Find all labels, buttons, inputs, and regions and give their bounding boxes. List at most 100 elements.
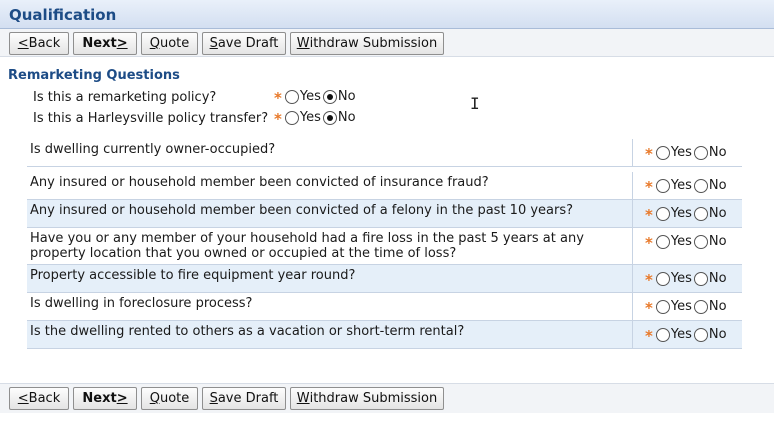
- table-row: Any insured or household member been con…: [27, 172, 742, 200]
- question-text: Is dwelling in foreclosure process?: [30, 296, 253, 311]
- question-text: Property accessible to fire equipment ye…: [30, 268, 356, 283]
- save-label: ave Draft: [217, 391, 279, 406]
- answer-options: * Yes No: [645, 299, 729, 317]
- withdraw-hotkey: W: [296, 391, 310, 406]
- remarketing-options: * Yes No: [274, 89, 358, 107]
- answer-cell: * Yes No: [632, 200, 742, 227]
- yes-label: Yes: [299, 110, 321, 125]
- answer-cell: * Yes No: [632, 321, 742, 348]
- table-row: Have you or any member of your household…: [27, 228, 742, 265]
- toolbar-bottom: < Back Next > Quote Save Draft Withdraw …: [0, 383, 774, 413]
- required-marker: *: [274, 110, 282, 128]
- back-label: Back: [28, 391, 61, 406]
- quote-button[interactable]: Quote: [141, 387, 198, 410]
- required-marker: *: [645, 299, 653, 317]
- quote-label: uote: [159, 36, 190, 51]
- quote-button[interactable]: Quote: [141, 32, 198, 55]
- no-radio[interactable]: [693, 145, 708, 160]
- next-label: Next: [82, 36, 117, 51]
- yes-radio[interactable]: [655, 206, 670, 221]
- yes-radio[interactable]: [655, 271, 670, 286]
- yes-label: Yes: [670, 206, 692, 221]
- withdraw-submission-button[interactable]: Withdraw Submission: [290, 32, 444, 55]
- next-hotkey: >: [116, 391, 128, 406]
- withdraw-hotkey: W: [296, 36, 310, 51]
- question-text: Any insured or household member been con…: [30, 203, 574, 218]
- next-button[interactable]: Next >: [73, 32, 137, 55]
- back-hotkey: <: [17, 391, 29, 406]
- harleysville-transfer-options: * Yes No: [274, 110, 358, 128]
- save-draft-button[interactable]: Save Draft: [202, 387, 286, 410]
- required-marker: *: [645, 234, 653, 252]
- no-radio[interactable]: [693, 178, 708, 193]
- question-text: Have you or any member of your household…: [30, 231, 584, 261]
- save-draft-button[interactable]: Save Draft: [202, 32, 286, 55]
- next-button[interactable]: Next >: [73, 387, 137, 410]
- no-label: No: [708, 178, 727, 193]
- withdraw-submission-button[interactable]: Withdraw Submission: [290, 387, 444, 410]
- table-row: Is the dwelling rented to others as a va…: [27, 321, 742, 349]
- no-radio[interactable]: [693, 271, 708, 286]
- answer-options: * Yes No: [645, 327, 729, 344]
- table-row: Any insured or household member been con…: [27, 200, 742, 228]
- back-hotkey: <: [17, 36, 29, 51]
- back-button[interactable]: < Back: [9, 32, 69, 55]
- answer-cell: * Yes No: [632, 228, 742, 264]
- answer-options: * Yes No: [645, 178, 729, 196]
- no-label: No: [708, 327, 727, 342]
- save-hotkey: S: [209, 36, 218, 51]
- section-title: Remarketing Questions: [8, 68, 180, 83]
- question-text: Is dwelling currently owner-occupied?: [30, 142, 276, 157]
- no-radio[interactable]: [693, 327, 708, 342]
- no-radio[interactable]: [693, 299, 708, 314]
- no-label: No: [708, 299, 727, 314]
- answer-options: * Yes No: [645, 234, 729, 252]
- no-label: No: [337, 89, 356, 104]
- harleysville-transfer-question: Is this a Harleysville policy transfer?: [33, 111, 269, 126]
- question-text: Is the dwelling rented to others as a va…: [30, 324, 465, 339]
- next-hotkey: >: [116, 36, 128, 51]
- required-marker: *: [645, 178, 653, 196]
- quote-label: uote: [159, 391, 190, 406]
- yes-label: Yes: [670, 178, 692, 193]
- yes-radio[interactable]: [284, 89, 299, 104]
- no-radio[interactable]: [322, 110, 337, 125]
- no-label: No: [708, 234, 727, 249]
- quote-hotkey: Q: [149, 391, 160, 406]
- answer-cell: * Yes No: [632, 172, 742, 199]
- answer-cell: * Yes No: [632, 139, 742, 166]
- answer-options: * Yes No: [645, 206, 729, 224]
- yes-radio[interactable]: [284, 110, 299, 125]
- quote-hotkey: Q: [149, 36, 160, 51]
- answer-options: * Yes No: [645, 145, 729, 163]
- no-label: No: [708, 271, 727, 286]
- remarketing-question: Is this a remarketing policy?: [33, 90, 217, 105]
- question-text: Any insured or household member been con…: [30, 175, 489, 190]
- no-label: No: [337, 110, 356, 125]
- no-radio[interactable]: [693, 234, 708, 249]
- no-radio[interactable]: [693, 206, 708, 221]
- answer-options: * Yes No: [645, 271, 729, 288]
- no-label: No: [708, 206, 727, 221]
- yes-radio[interactable]: [655, 327, 670, 342]
- yes-label: Yes: [670, 271, 692, 286]
- yes-radio[interactable]: [655, 145, 670, 160]
- no-radio[interactable]: [322, 89, 337, 104]
- next-label: Next: [82, 391, 117, 406]
- text-cursor-icon: I: [470, 94, 480, 113]
- required-marker: *: [274, 89, 282, 107]
- yes-label: Yes: [670, 145, 692, 160]
- required-marker: *: [645, 206, 653, 224]
- answer-cell: * Yes No: [632, 293, 742, 320]
- back-button[interactable]: < Back: [9, 387, 69, 410]
- yes-label: Yes: [299, 89, 321, 104]
- required-marker: *: [645, 145, 653, 163]
- no-label: No: [708, 145, 727, 160]
- answer-cell: * Yes No: [632, 265, 742, 292]
- yes-radio[interactable]: [655, 234, 670, 249]
- save-hotkey: S: [209, 391, 218, 406]
- back-label: Back: [28, 36, 61, 51]
- yes-radio[interactable]: [655, 178, 670, 193]
- withdraw-label: ithdraw Submission: [309, 36, 438, 51]
- yes-radio[interactable]: [655, 299, 670, 314]
